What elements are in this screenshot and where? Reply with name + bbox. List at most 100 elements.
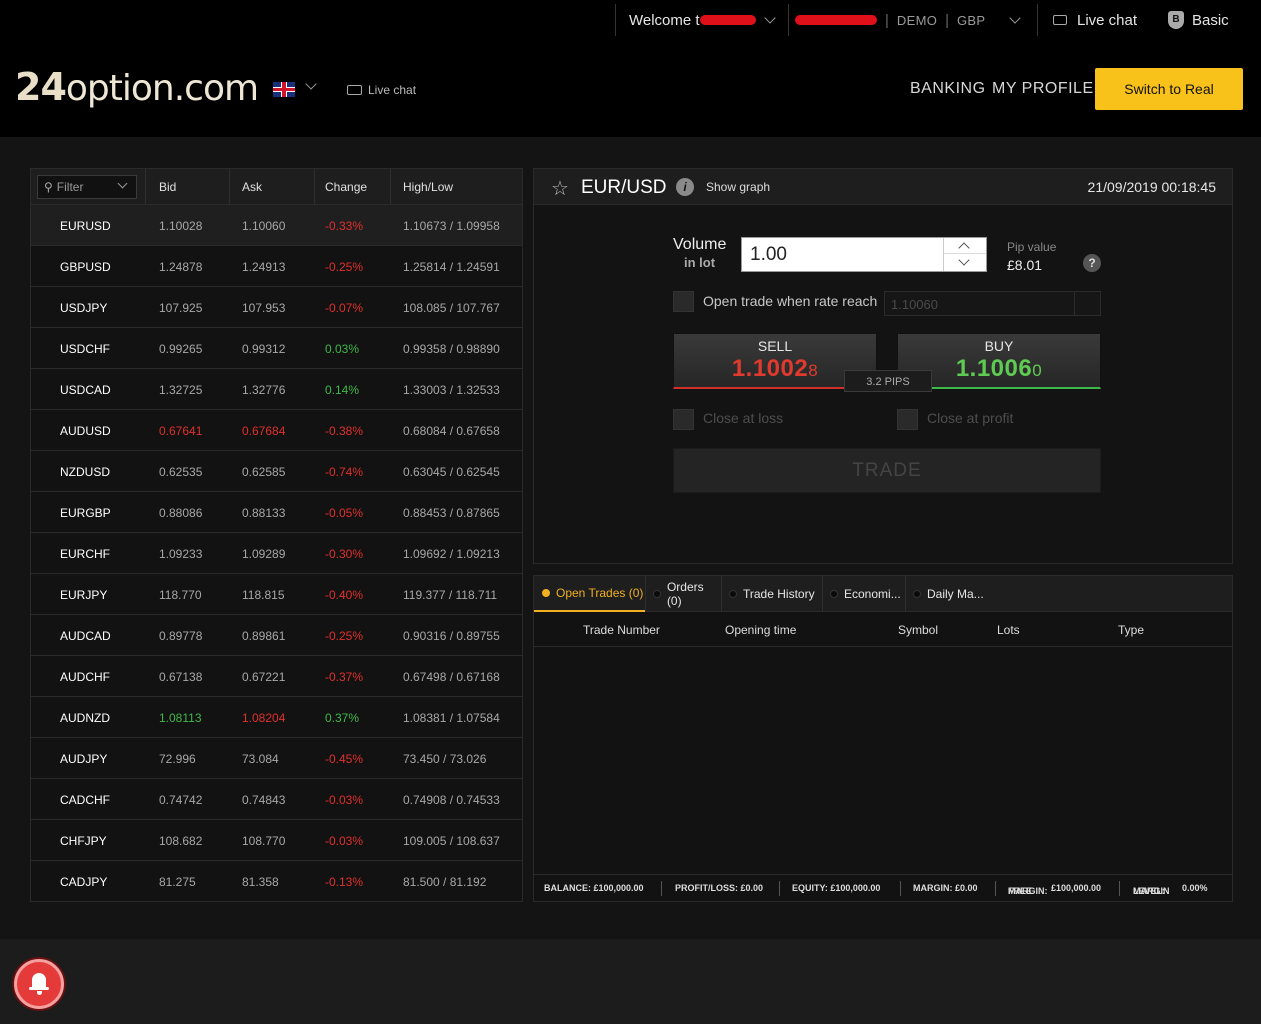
open-rate-input[interactable]: 1.10060 — [884, 291, 1101, 316]
col-ask[interactable]: Ask — [242, 180, 262, 194]
tab-orders[interactable]: Orders (0) — [645, 576, 721, 612]
table-row[interactable]: AUDJPY 72.996 73.084 -0.45% 73.450 / 73.026 — [31, 738, 522, 779]
table-row[interactable]: EURUSD 1.10028 1.10060 -0.33% 1.10673 / 1.09… — [31, 205, 522, 246]
table-row[interactable]: AUDUSD 0.67641 0.67684 -0.38% 0.68084 / 0.67… — [31, 410, 522, 451]
divider — [615, 4, 616, 36]
close-at-loss-checkbox[interactable] — [673, 409, 694, 430]
open-when-label: Open trade when rate reach — [703, 293, 878, 309]
table-row[interactable]: GBPUSD 1.24878 1.24913 -0.25% 1.25814 / 1.24… — [31, 246, 522, 287]
welcome-text: Welcome t — [629, 11, 700, 29]
change-cell: -0.25% — [325, 629, 364, 643]
uk-flag-icon[interactable] — [273, 82, 295, 97]
col-type[interactable]: Type — [1118, 623, 1144, 637]
help-icon[interactable]: ? — [1083, 254, 1101, 272]
table-row[interactable]: AUDCHF 0.67138 0.67221 -0.37% 0.67498 / 0.67… — [31, 656, 522, 697]
trades-columns: Trade Number Opening time Symbol Lots Ty… — [534, 612, 1232, 647]
table-row[interactable]: NZDUSD 0.62535 0.62585 -0.74% 0.63045 / 0.62… — [31, 451, 522, 492]
symbol-cell: USDCAD — [60, 383, 111, 397]
chat-icon — [347, 85, 362, 95]
welcome-menu[interactable]: Welcome t — [629, 0, 776, 40]
table-row[interactable]: CHFJPY 108.682 108.770 -0.03% 109.005 / 108.… — [31, 820, 522, 861]
ask-cell: 1.32776 — [242, 383, 286, 397]
table-row[interactable]: AUDCAD 0.89778 0.89861 -0.25% 0.90316 / 0.89… — [31, 615, 522, 656]
margin: MARGIN: £0.00 — [913, 883, 978, 893]
close-at-profit-checkbox[interactable] — [897, 409, 918, 430]
tab-daily-market[interactable]: Daily Ma... — [905, 576, 985, 612]
balance: BALANCE: £100,000.00 — [544, 883, 644, 893]
bid-cell: 0.88086 — [159, 506, 203, 520]
chat-icon — [1053, 15, 1067, 25]
profit-loss: PROFIT/LOSS: £0.00 — [675, 883, 764, 893]
col-trade-number[interactable]: Trade Number — [583, 623, 660, 637]
table-row[interactable]: USDJPY 107.925 107.953 -0.07% 108.085 / 107.… — [31, 287, 522, 328]
table-row[interactable]: CADCHF 0.74742 0.74843 -0.03% 0.74908 / 0.74… — [31, 779, 522, 820]
symbol-cell: EURGBP — [60, 506, 111, 520]
open-when-checkbox[interactable] — [673, 291, 694, 312]
my-profile-link[interactable]: MY PROFILE — [992, 80, 1094, 98]
account-menu[interactable]: | DEMO | GBP — [795, 0, 1022, 40]
ask-cell: 0.67684 — [242, 424, 286, 438]
tab-trade-history[interactable]: Trade History — [721, 576, 822, 612]
col-opening-time[interactable]: Opening time — [725, 623, 796, 637]
col-symbol[interactable]: Symbol — [898, 623, 938, 637]
chevron-up-icon — [958, 242, 970, 254]
close-at-loss-label: Close at loss — [703, 410, 784, 426]
banking-link[interactable]: BANKING — [910, 80, 986, 98]
switch-to-real-button[interactable]: Switch to Real — [1095, 68, 1243, 110]
header-live-chat[interactable]: Live chat — [347, 83, 416, 97]
volume-input[interactable] — [742, 238, 942, 271]
trade-button[interactable]: TRADE — [673, 448, 1101, 493]
margin-level-value: 0.00% — [1182, 883, 1208, 893]
live-chat-label: Live chat — [1077, 11, 1138, 29]
table-row[interactable]: AUDNZD 1.08113 1.08204 0.37% 1.08381 / 1.075… — [31, 697, 522, 738]
col-bid[interactable]: Bid — [159, 180, 176, 194]
table-row[interactable]: EURJPY 118.770 118.815 -0.40% 119.377 / 118.… — [31, 574, 522, 615]
top-live-chat[interactable]: Live chat — [1053, 0, 1137, 40]
change-cell: 0.14% — [325, 383, 360, 397]
filter-dropdown[interactable]: ⚲ Filter — [37, 175, 137, 199]
tab-economic[interactable]: Economi... — [822, 576, 905, 612]
change-cell: -0.40% — [325, 588, 364, 602]
high-low-cell: 0.67498 / 0.67168 — [403, 670, 500, 684]
volume-stepper — [741, 237, 987, 272]
notification-bell-button[interactable] — [14, 959, 64, 1009]
symbol-cell: USDCHF — [60, 342, 110, 356]
filter-label: Filter — [56, 180, 84, 194]
table-row[interactable]: EURGBP 0.88086 0.88133 -0.05% 0.88453 / 0.87… — [31, 492, 522, 533]
chevron-down-icon[interactable] — [305, 78, 317, 90]
bid-cell: 0.67138 — [159, 670, 203, 684]
ask-cell: 0.67221 — [242, 670, 286, 684]
divider — [788, 4, 789, 36]
col-high-low[interactable]: High/Low — [403, 180, 453, 194]
tab-open-trades[interactable]: Open Trades (0) — [534, 576, 645, 612]
volume-increase-button[interactable] — [944, 238, 986, 254]
ask-cell: 0.74843 — [242, 793, 286, 807]
table-row[interactable]: USDCHF 0.99265 0.99312 0.03% 0.99358 / 0.988… — [31, 328, 522, 369]
logo[interactable]: 24option.com — [15, 65, 259, 109]
ask-cell: 1.24913 — [242, 260, 286, 274]
high-low-cell: 0.90316 / 0.89755 — [403, 629, 500, 643]
high-low-cell: 109.005 / 108.637 — [403, 834, 500, 848]
spread-pips: 3.2 PIPS — [844, 370, 932, 392]
table-row[interactable]: USDCAD 1.32725 1.32776 0.14% 1.33003 / 1.325… — [31, 369, 522, 410]
chevron-down-icon — [1009, 12, 1022, 24]
table-row[interactable]: CADJPY 81.275 81.358 -0.13% 81.500 / 81.192 — [31, 861, 522, 902]
ask-cell: 0.88133 — [242, 506, 286, 520]
table-row[interactable]: EURCHF 1.09233 1.09289 -0.30% 1.09692 / 1.09… — [31, 533, 522, 574]
col-lots[interactable]: Lots — [997, 623, 1020, 637]
volume-decrease-button[interactable] — [944, 254, 986, 270]
account-level[interactable]: B Basic — [1168, 0, 1229, 40]
high-low-cell: 108.085 / 107.767 — [403, 301, 500, 315]
high-low-cell: 0.88453 / 0.87865 — [403, 506, 500, 520]
redacted-username — [699, 15, 756, 25]
star-icon[interactable]: ☆ — [551, 176, 569, 201]
high-low-cell: 1.10673 / 1.09958 — [403, 219, 500, 233]
volume-sub-label: in lot — [684, 255, 716, 270]
show-graph-link[interactable]: Show graph — [706, 180, 770, 194]
volume-label: Volume — [673, 236, 727, 253]
info-icon[interactable]: i — [676, 178, 694, 196]
col-change[interactable]: Change — [325, 180, 367, 194]
change-cell: -0.07% — [325, 301, 364, 315]
high-low-cell: 1.08381 / 1.07584 — [403, 711, 500, 725]
rate-stepper[interactable] — [1074, 292, 1100, 315]
